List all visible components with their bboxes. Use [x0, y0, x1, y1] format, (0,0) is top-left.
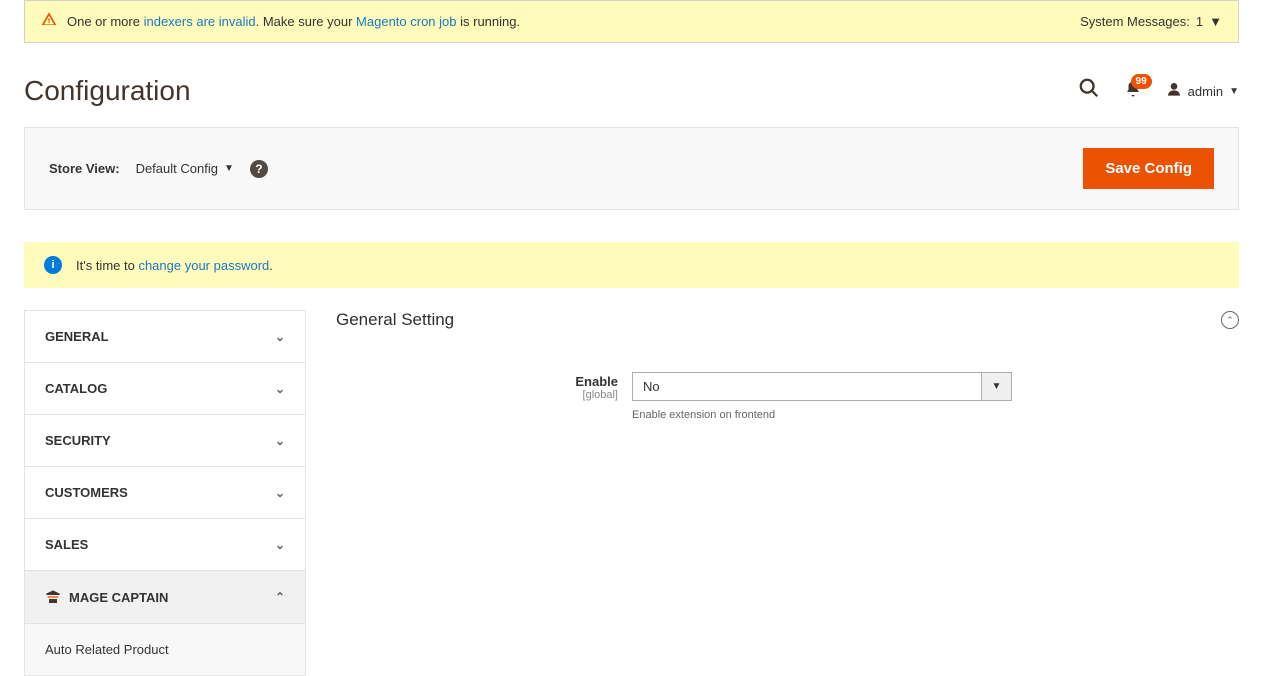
page-title: Configuration [24, 75, 191, 107]
system-message-text: One or more indexers are invalid. Make s… [67, 14, 520, 29]
sidebar-item-general[interactable]: GENERAL ⌄ [25, 311, 305, 363]
sidebar-item-label: CUSTOMERS [45, 485, 128, 500]
notification-badge: 99 [1131, 74, 1152, 89]
chevron-up-icon: ⌃ [275, 590, 285, 604]
system-message-bar: One or more indexers are invalid. Make s… [24, 0, 1239, 43]
sidebar-item-mage-captain[interactable]: MAGE CAPTAIN ⌃ [25, 571, 305, 624]
header-actions: 99 admin ▼ [1078, 77, 1239, 105]
sidebar-item-label: CATALOG [45, 381, 107, 396]
store-view-bar: Store View: Default Config ▼ ? Save Conf… [24, 127, 1239, 210]
save-config-button[interactable]: Save Config [1083, 148, 1214, 189]
config-sidebar: GENERAL ⌄ CATALOG ⌄ SECURITY ⌄ CUSTOMERS… [24, 310, 306, 676]
chevron-down-icon: ⌄ [275, 330, 285, 344]
warning-icon [41, 11, 57, 32]
help-icon[interactable]: ? [250, 160, 268, 178]
page-header: Configuration 99 admin ▼ [24, 75, 1239, 107]
sidebar-item-label: MAGE CAPTAIN [45, 589, 168, 605]
user-icon [1166, 81, 1182, 102]
chevron-down-icon: ▼ [1209, 14, 1222, 29]
content-area: GENERAL ⌄ CATALOG ⌄ SECURITY ⌄ CUSTOMERS… [24, 310, 1239, 676]
section-header[interactable]: General Setting ⌃ [336, 310, 1239, 342]
cron-job-link[interactable]: Magento cron job [356, 14, 456, 29]
enable-hint: Enable extension on frontend [632, 409, 1239, 421]
sidebar-item-catalog[interactable]: CATALOG ⌄ [25, 363, 305, 415]
sidebar-item-label: GENERAL [45, 329, 109, 344]
enable-label: Enable [336, 374, 618, 389]
info-message: i It's time to change your password. [24, 242, 1239, 288]
sidebar-subitem-auto-related[interactable]: Auto Related Product [25, 624, 305, 675]
search-icon[interactable] [1078, 77, 1100, 105]
indexers-link[interactable]: indexers are invalid [144, 14, 256, 29]
collapse-icon[interactable]: ⌃ [1221, 311, 1239, 329]
enable-select[interactable]: No ▼ [632, 372, 1012, 401]
change-password-link[interactable]: change your password [138, 258, 269, 273]
admin-user-menu[interactable]: admin ▼ [1166, 81, 1239, 102]
notifications-button[interactable]: 99 [1124, 80, 1142, 103]
system-message-content: One or more indexers are invalid. Make s… [41, 11, 520, 32]
sidebar-item-customers[interactable]: CUSTOMERS ⌄ [25, 467, 305, 519]
chevron-down-icon: ⌄ [275, 486, 285, 500]
chevron-down-icon: ⌄ [275, 434, 285, 448]
section-title: General Setting [336, 310, 454, 330]
info-icon: i [44, 256, 62, 274]
admin-username: admin [1188, 84, 1223, 99]
captain-icon [45, 589, 61, 605]
main-panel: General Setting ⌃ Enable [global] No ▼ E… [336, 310, 1239, 676]
store-view-controls: Store View: Default Config ▼ ? [49, 160, 268, 178]
store-view-selector[interactable]: Default Config ▼ [136, 161, 234, 176]
store-view-label: Store View: [49, 161, 120, 176]
chevron-down-icon: ▼ [224, 163, 234, 174]
form-control-column: No ▼ Enable extension on frontend [632, 372, 1239, 421]
enable-select-value: No [632, 372, 982, 401]
store-view-value: Default Config [136, 161, 218, 176]
info-message-text: It's time to change your password. [76, 258, 273, 273]
sidebar-item-label: SALES [45, 537, 88, 552]
chevron-down-icon: ⌄ [275, 538, 285, 552]
enable-field-row: Enable [global] No ▼ Enable extension on… [336, 372, 1239, 421]
sidebar-item-security[interactable]: SECURITY ⌄ [25, 415, 305, 467]
sidebar-item-label: SECURITY [45, 433, 111, 448]
system-messages-toggle[interactable]: System Messages: 1 ▼ [1080, 14, 1222, 29]
chevron-down-icon: ▼ [982, 372, 1012, 401]
chevron-down-icon: ⌄ [275, 382, 285, 396]
form-label-column: Enable [global] [336, 372, 632, 401]
sidebar-item-sales[interactable]: SALES ⌄ [25, 519, 305, 571]
chevron-down-icon: ▼ [1229, 86, 1239, 97]
enable-scope: [global] [336, 389, 618, 401]
